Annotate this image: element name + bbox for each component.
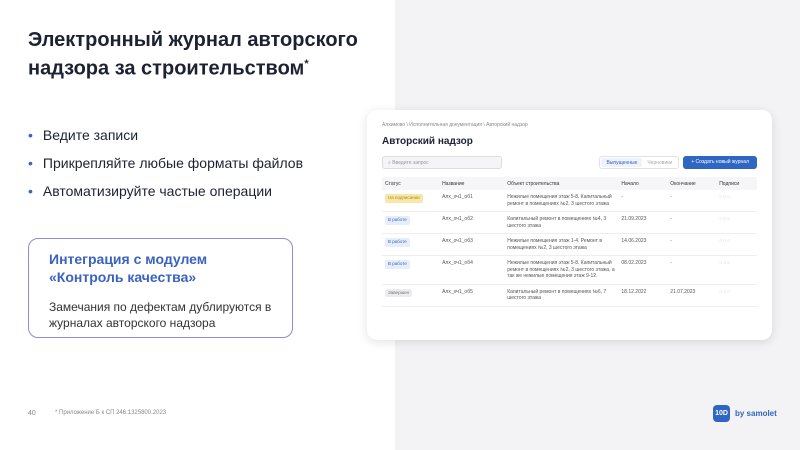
status-badge: На подписании	[385, 194, 423, 203]
end-cell: 21.07.2023	[667, 284, 717, 307]
slide-title: Электронный журнал авторского надзора за…	[28, 29, 358, 80]
start-cell: 21.09.2023	[618, 211, 668, 234]
tab-published[interactable]: Выпущенные	[601, 158, 643, 167]
status-badge: Завершен	[385, 288, 413, 297]
feature-item: • Автоматизируйте частые операции	[28, 182, 303, 210]
feature-list: • Ведите записи • Прикрепляйте любые форма…	[28, 126, 303, 210]
journal-table: Статус Название Объект строительства Начало…	[382, 177, 757, 307]
name-cell[interactable]: Алх_оч1_об1	[439, 190, 505, 212]
column-header[interactable]: Окончание	[667, 177, 717, 190]
app-screenshot: Алхимово \ Исполнительная документация \…	[367, 110, 772, 340]
feature-text: Прикрепляйте любые форматы файлов	[42, 155, 304, 171]
status-badge: В работе	[385, 238, 410, 247]
name-cell[interactable]: Алх_оч1_об5	[439, 284, 505, 307]
signatures-cell: ◌◌◌	[716, 255, 757, 285]
signatures-cell: ◌◌◌	[716, 211, 757, 234]
start-cell: 14.06.2023	[618, 233, 668, 256]
end-cell: -	[667, 233, 717, 256]
page-number: 40	[28, 410, 36, 417]
integration-box: Интеграция с модулем «Контроль качества»…	[28, 238, 293, 338]
name-cell[interactable]: Алх_оч1_об4	[439, 255, 505, 285]
bullet-icon: •	[28, 127, 33, 143]
search-input[interactable]: ⌕ Введите запрос	[382, 156, 502, 169]
logo-text: by samolet	[735, 409, 777, 418]
tab-switch: Выпущенные Черновики	[599, 156, 680, 169]
object-cell: Капитальный ремонт в помещениях №4, 3 ше…	[504, 211, 619, 234]
feature-item: • Ведите записи	[28, 126, 303, 154]
search-placeholder: Введите запрос	[392, 160, 429, 166]
end-cell: -	[667, 211, 717, 234]
feature-item: • Прикрепляйте любые форматы файлов	[28, 154, 303, 182]
tab-drafts[interactable]: Черновики	[642, 158, 677, 167]
end-cell: -	[667, 190, 717, 212]
table-row[interactable]: На подписании Алх_оч1_об1 Нежилые помеще…	[382, 190, 757, 212]
status-cell: В работе	[382, 233, 440, 256]
table-row[interactable]: В работе Алх_оч1_об2 Капитальный ремонт …	[382, 211, 757, 234]
bullet-icon: •	[28, 183, 33, 199]
logo-badge: 10D	[713, 405, 730, 422]
status-cell: В работе	[382, 211, 440, 234]
start-cell: 18.12.2022	[618, 284, 668, 307]
status-cell: В работе	[382, 255, 440, 285]
column-header[interactable]: Объект строительства	[504, 177, 619, 190]
start-cell: 08.02.2023	[618, 255, 668, 285]
table-row[interactable]: В работе Алх_оч1_об4 Нежилые помещения э…	[382, 255, 757, 285]
logo: 10D by samolet	[713, 405, 777, 422]
create-journal-button[interactable]: + Создать новый журнал	[683, 156, 757, 169]
feature-text: Автоматизируйте частые операции	[42, 183, 272, 199]
breadcrumb[interactable]: Алхимово \ Исполнительная документация \…	[382, 122, 757, 128]
status-badge: В работе	[385, 216, 410, 225]
signatures-cell: ◌◌◌	[716, 233, 757, 256]
bullet-icon: •	[28, 155, 33, 171]
object-cell: Капитальный ремонт в помещениях №6, 7 ше…	[504, 284, 619, 307]
integration-title: Интеграция с модулем «Контроль качества»	[49, 251, 208, 285]
end-cell: -	[667, 255, 717, 285]
feature-text: Ведите записи	[42, 127, 139, 143]
footnote: * Приложение Б к СП 246.1325800.2023	[55, 410, 167, 416]
table-row[interactable]: В работе Алх_оч1_об3 Нежилые помещения э…	[382, 233, 757, 256]
signatures-cell: ◌◌◌	[716, 284, 757, 307]
start-cell: -	[618, 190, 668, 212]
column-header[interactable]: Название	[439, 177, 505, 190]
object-cell: Нежилые помещения этаж 5-8. Капитальный …	[504, 190, 619, 212]
name-cell[interactable]: Алх_оч1_об2	[439, 211, 505, 234]
name-cell[interactable]: Алх_оч1_об3	[439, 233, 505, 256]
status-cell: Завершен	[382, 284, 440, 307]
object-cell: Нежилые помещения этаж 1-4. Ремонт в пом…	[504, 233, 619, 256]
column-header[interactable]: Начало	[618, 177, 668, 190]
object-cell: Нежилые помещения этаж 5-8. Капитальный …	[504, 255, 619, 285]
page-title: Авторский надзор	[382, 136, 473, 147]
signatures-cell: ◌◌◌	[716, 190, 757, 212]
column-header[interactable]: Статус	[382, 177, 440, 190]
status-badge: В работе	[385, 260, 410, 269]
status-cell: На подписании	[382, 190, 440, 212]
table-row[interactable]: Завершен Алх_оч1_об5 Капитальный ремонт …	[382, 284, 757, 307]
integration-body: Замечания по дефектам дублируются в журн…	[49, 300, 272, 330]
column-header[interactable]: Подписи	[716, 177, 757, 190]
